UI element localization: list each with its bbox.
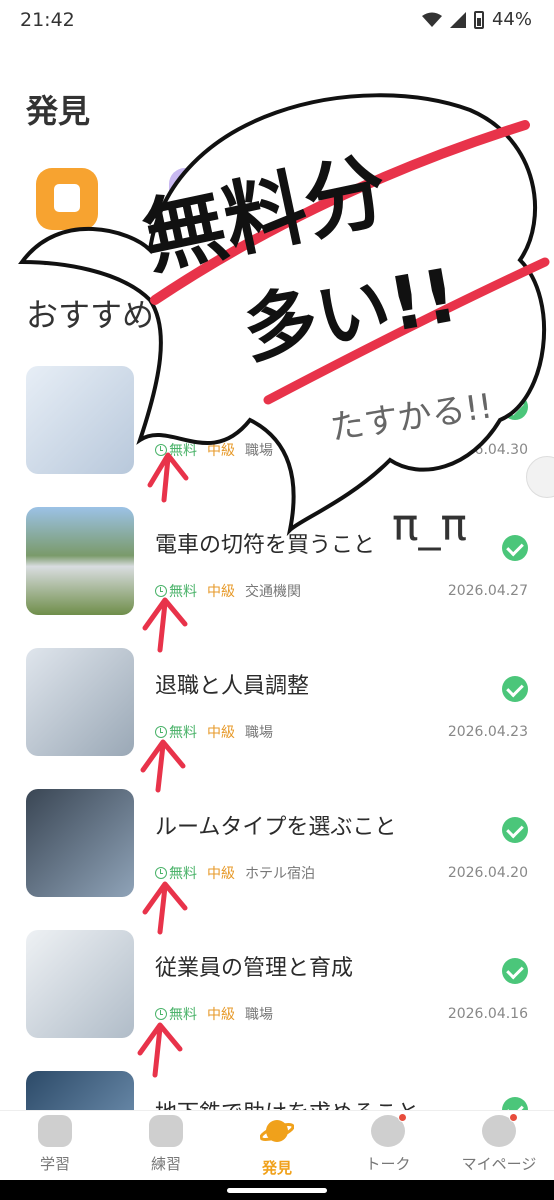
status-bar: 21:42 44% bbox=[0, 0, 554, 40]
status-time: 21:42 bbox=[20, 9, 75, 31]
lesson-date: 2026.04.23 bbox=[447, 724, 528, 740]
category-item-4[interactable]: 練習 bbox=[440, 168, 530, 269]
lesson-item-6[interactable]: 地下鉄で助けを求めること bbox=[0, 1071, 554, 1111]
lesson-date: 2026.04.30 bbox=[447, 442, 528, 458]
category-tag: 職場 bbox=[245, 443, 273, 459]
lesson-item-3[interactable]: 退職と人員調整 無料 中級 職場 2026.04.23 bbox=[0, 648, 554, 760]
tab-label: 練習 bbox=[150, 1155, 181, 1173]
category-item-2[interactable]: 今日 bbox=[155, 168, 245, 269]
category-label: 語彙課 bbox=[319, 249, 371, 269]
level-tag: 中級 bbox=[207, 725, 235, 741]
page-title: 発見 bbox=[26, 92, 91, 130]
free-tag: 無料 bbox=[155, 1004, 197, 1024]
free-tag: 無料 bbox=[155, 722, 197, 742]
check-icon bbox=[502, 394, 528, 420]
lesson-tags: 無料 中級 職場 bbox=[155, 722, 273, 742]
lesson-thumbnail bbox=[26, 789, 134, 897]
category-tag: 交通機関 bbox=[245, 584, 301, 600]
lesson-tags: 無料 中級 ホテル宿泊 bbox=[155, 863, 315, 883]
bottom-tab-bar: 学習 練習 発見 トーク マイページ bbox=[0, 1110, 554, 1180]
category-row: 新自動 今日 語彙課 練習 bbox=[0, 168, 554, 278]
lesson-thumbnail bbox=[26, 1071, 134, 1111]
tab-label: トーク bbox=[365, 1155, 411, 1173]
lesson-date: 2026.04.16 bbox=[447, 1006, 528, 1022]
lesson-tags: 無料 中級 職場 bbox=[155, 1004, 273, 1024]
signal-icon bbox=[449, 11, 466, 28]
wifi-icon bbox=[421, 12, 442, 27]
tab-label: 発見 bbox=[261, 1159, 292, 1177]
ai-icon bbox=[149, 1115, 183, 1147]
category-item-1[interactable]: 新自動 bbox=[22, 168, 112, 269]
clock-icon bbox=[155, 444, 167, 456]
lesson-tags: 無料 中級 職場 bbox=[155, 440, 273, 460]
system-gesture-bar bbox=[0, 1180, 554, 1200]
free-tag: 無料 bbox=[155, 440, 197, 460]
lesson-title: 職務と身分 bbox=[155, 392, 266, 417]
smile-icon bbox=[482, 1113, 518, 1147]
practice-icon bbox=[454, 168, 516, 230]
clock-icon bbox=[155, 585, 167, 597]
check-icon bbox=[502, 535, 528, 561]
lesson-title: 地下鉄で助けを求めること bbox=[155, 1095, 419, 1111]
tab-talk[interactable]: トーク bbox=[333, 1113, 443, 1174]
category-item-3[interactable]: 語彙課 bbox=[300, 168, 390, 269]
section-title: おすすめ bbox=[26, 296, 155, 334]
planet-icon bbox=[259, 1120, 295, 1142]
free-tag: 無料 bbox=[155, 581, 197, 601]
notification-dot bbox=[509, 1113, 518, 1122]
check-icon bbox=[502, 958, 528, 984]
clock-icon bbox=[155, 1008, 167, 1020]
tab-practice[interactable]: 練習 bbox=[111, 1115, 221, 1174]
check-icon bbox=[502, 817, 528, 843]
lesson-thumbnail bbox=[26, 366, 134, 474]
tab-label: 学習 bbox=[39, 1155, 70, 1173]
tab-discover[interactable]: 発見 bbox=[222, 1115, 332, 1178]
lesson-item-1[interactable]: 職務と身分 無料 中級 職場 2026.04.30 bbox=[0, 366, 554, 478]
level-tag: 中級 bbox=[207, 584, 235, 600]
battery-percent: 44% bbox=[491, 9, 532, 30]
category-tag: 職場 bbox=[245, 1007, 273, 1023]
lesson-title: 退職と人員調整 bbox=[155, 674, 310, 699]
check-icon bbox=[502, 676, 528, 702]
category-tag: ホテル宿泊 bbox=[245, 866, 315, 882]
section-more-arrow-icon[interactable]: → bbox=[498, 296, 530, 328]
bookmark-icon bbox=[38, 1115, 72, 1147]
vocab-icon bbox=[314, 168, 376, 230]
lesson-title: ルームタイプを選ぶこと bbox=[155, 815, 397, 840]
category-label: 新自動 bbox=[41, 249, 93, 269]
battery-icon bbox=[473, 10, 484, 29]
category-label: 今日 bbox=[183, 249, 217, 269]
level-tag: 中級 bbox=[207, 1007, 235, 1023]
lesson-item-2[interactable]: 電車の切符を買うこと 無料 中級 交通機関 2026.04.27 bbox=[0, 507, 554, 619]
category-tag: 職場 bbox=[245, 725, 273, 741]
book-icon bbox=[169, 168, 231, 230]
chat-icon bbox=[371, 1113, 407, 1147]
lesson-thumbnail bbox=[26, 930, 134, 1038]
lesson-thumbnail bbox=[26, 648, 134, 756]
free-tag: 無料 bbox=[155, 863, 197, 883]
lesson-item-5[interactable]: 従業員の管理と育成 無料 中級 職場 2026.04.16 bbox=[0, 930, 554, 1042]
tab-mypage[interactable]: マイページ bbox=[444, 1113, 554, 1174]
lesson-title: 電車の切符を買うこと bbox=[155, 533, 376, 558]
lesson-item-4[interactable]: ルームタイプを選ぶこと 無料 中級 ホテル宿泊 2026.04.20 bbox=[0, 789, 554, 901]
floating-handle[interactable] bbox=[526, 456, 554, 498]
check-icon bbox=[502, 1097, 528, 1111]
lesson-date: 2026.04.27 bbox=[447, 583, 528, 599]
status-icons: 44% bbox=[421, 9, 532, 30]
level-tag: 中級 bbox=[207, 443, 235, 459]
home-indicator[interactable] bbox=[227, 1188, 327, 1193]
level-tag: 中級 bbox=[207, 866, 235, 882]
lesson-title: 従業員の管理と育成 bbox=[155, 956, 354, 981]
document-icon bbox=[36, 168, 98, 230]
clock-icon bbox=[155, 867, 167, 879]
tab-label: マイページ bbox=[461, 1155, 537, 1173]
lesson-tags: 無料 中級 交通機関 bbox=[155, 581, 301, 601]
notification-dot bbox=[398, 1113, 407, 1122]
category-label: 練習 bbox=[468, 249, 502, 269]
lesson-date: 2026.04.20 bbox=[447, 865, 528, 881]
clock-icon bbox=[155, 726, 167, 738]
lesson-thumbnail bbox=[26, 507, 134, 615]
tab-study[interactable]: 学習 bbox=[0, 1115, 110, 1174]
